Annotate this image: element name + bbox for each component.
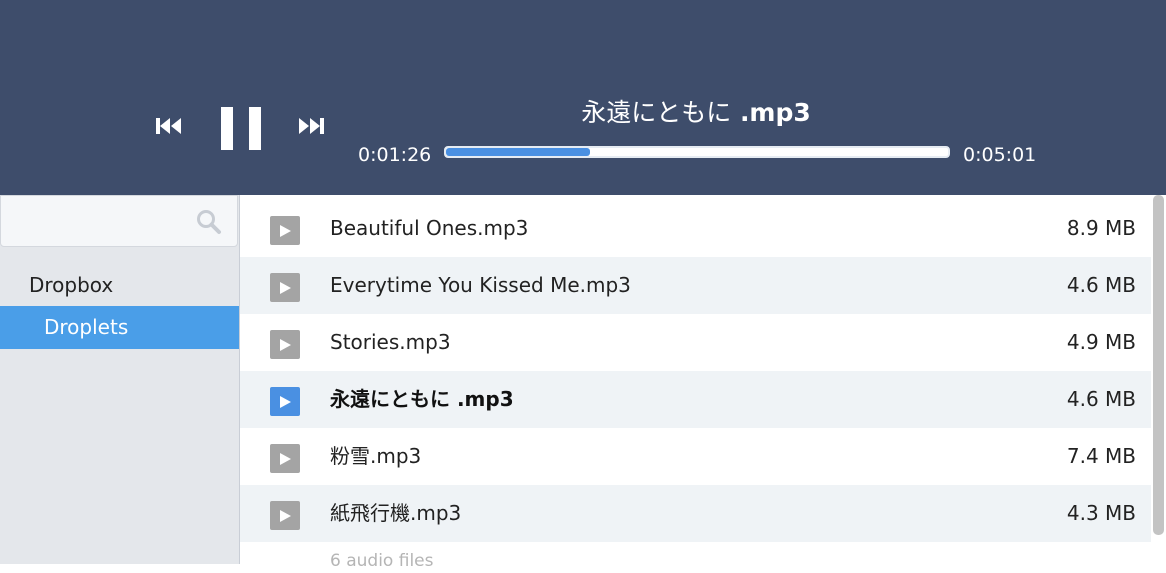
file-size: 4.9 MB — [1066, 330, 1136, 354]
file-name: 粉雪.mp3 — [330, 444, 422, 468]
scrollbar[interactable] — [1151, 195, 1166, 564]
skip-next-icon — [299, 118, 324, 134]
file-size: 8.9 MB — [1066, 216, 1136, 240]
file-row[interactable]: Stories.mp3 4.9 MB — [240, 314, 1151, 371]
sidebar-item-dropbox[interactable]: Dropbox — [0, 267, 239, 303]
play-icon — [280, 510, 291, 522]
search-icon — [197, 210, 221, 234]
sidebar: Dropbox Droplets — [0, 195, 240, 564]
skip-previous-icon — [156, 118, 181, 134]
scrollbar-thumb[interactable] — [1153, 195, 1164, 535]
now-playing-title-main: 永遠にともに — [581, 98, 732, 127]
file-name: Stories.mp3 — [330, 330, 451, 354]
play-icon — [280, 225, 291, 237]
file-row[interactable]: 紙飛行機.mp3 4.3 MB — [240, 485, 1151, 542]
file-name: Beautiful Ones.mp3 — [330, 216, 529, 240]
progress-bar[interactable] — [444, 146, 950, 158]
play-button[interactable] — [270, 330, 300, 359]
play-button[interactable] — [270, 501, 300, 530]
play-button[interactable] — [270, 216, 300, 245]
file-name: 永遠にともに .mp3 — [330, 387, 514, 411]
play-icon — [280, 396, 291, 408]
file-size: 7.4 MB — [1066, 444, 1136, 468]
total-time: 0:05:01 — [963, 144, 1037, 166]
search-input[interactable] — [0, 195, 238, 247]
sidebar-item-droplets[interactable]: Droplets — [0, 306, 239, 349]
play-button[interactable] — [270, 444, 300, 473]
player-header: 永遠にともに .mp3 0:01:26 0:05:01 — [0, 0, 1166, 195]
progress-fill — [446, 148, 590, 156]
play-button[interactable] — [270, 273, 300, 302]
previous-track-button[interactable] — [156, 116, 182, 136]
file-size: 4.3 MB — [1066, 501, 1136, 525]
file-row[interactable]: Beautiful Ones.mp3 8.9 MB — [240, 200, 1151, 257]
play-button[interactable] — [270, 387, 300, 416]
current-time: 0:01:26 — [358, 144, 432, 166]
play-icon — [280, 282, 291, 294]
next-track-button[interactable] — [298, 116, 324, 136]
file-size: 4.6 MB — [1066, 387, 1136, 411]
file-row[interactable]: Everytime You Kissed Me.mp3 4.6 MB — [240, 257, 1151, 314]
file-row[interactable]: 永遠にともに .mp3 4.6 MB — [240, 371, 1151, 428]
now-playing-title-ext: .mp3 — [731, 98, 811, 127]
file-list: Beautiful Ones.mp3 8.9 MB Everytime You … — [240, 199, 1151, 571]
play-icon — [280, 453, 291, 465]
play-icon — [280, 339, 291, 351]
pause-icon — [221, 107, 261, 150]
file-count: 6 audio files — [330, 551, 434, 571]
file-row[interactable]: 粉雪.mp3 7.4 MB — [240, 428, 1151, 485]
file-name: 紙飛行機.mp3 — [330, 501, 462, 525]
now-playing-title: 永遠にともに .mp3 — [540, 96, 852, 130]
file-size: 4.6 MB — [1066, 273, 1136, 297]
file-name: Everytime You Kissed Me.mp3 — [330, 273, 631, 297]
pause-button[interactable] — [221, 107, 261, 151]
